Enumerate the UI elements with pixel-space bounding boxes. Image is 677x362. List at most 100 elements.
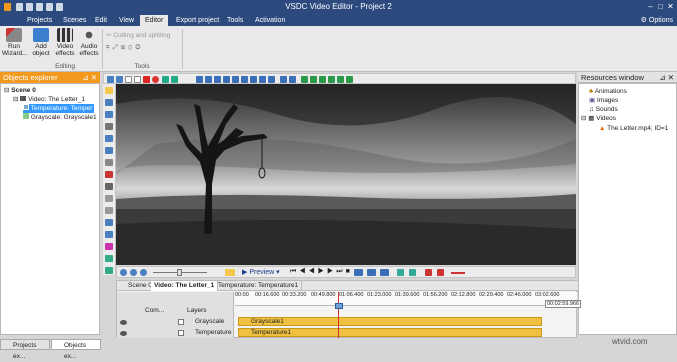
- delete-icon[interactable]: [143, 76, 150, 83]
- marker-remove-icon[interactable]: [437, 269, 444, 276]
- audio-icon[interactable]: [105, 243, 113, 250]
- ellipse-icon[interactable]: [105, 147, 113, 154]
- video-file-label: The Letter.mp4; ID=1: [607, 125, 669, 132]
- brush-icon[interactable]: [105, 195, 113, 202]
- marker-icon[interactable]: [425, 269, 432, 276]
- eye-icon[interactable]: [120, 331, 127, 336]
- menu-activation[interactable]: Activation: [250, 15, 290, 26]
- menu-projects[interactable]: Projects: [22, 15, 57, 26]
- menu-tools[interactable]: Tools: [222, 15, 248, 26]
- sprite-icon[interactable]: [105, 219, 113, 226]
- cursor-icon[interactable]: [105, 87, 113, 94]
- stretch-icon[interactable]: [289, 76, 296, 83]
- pin-close-icon[interactable]: ⊿ ✕: [659, 72, 674, 83]
- layer-up-icon[interactable]: [337, 76, 344, 83]
- add-object-button[interactable]: Add object: [30, 28, 52, 57]
- chart-icon[interactable]: [105, 207, 113, 214]
- resource-animations[interactable]: ♣ Animations: [589, 87, 627, 96]
- tree-item-temperature[interactable]: Temperature: Temper: [23, 104, 95, 113]
- move-icon[interactable]: [105, 267, 113, 274]
- tab-projects-explorer[interactable]: Projects ex...: [0, 339, 50, 360]
- preview-mode-icon[interactable]: [225, 269, 235, 276]
- tree-item-grayscale[interactable]: Grayscale: Grayscale1: [23, 113, 97, 122]
- audio-effects-button[interactable]: Audio effects: [78, 28, 100, 57]
- trim-icon[interactable]: [380, 269, 389, 276]
- minimize-button[interactable]: –: [646, 2, 655, 11]
- eye-icon[interactable]: [120, 320, 127, 325]
- subtitle-icon[interactable]: [105, 111, 113, 118]
- tree-item-video[interactable]: ⊟ Video: The Letter_1: [13, 95, 85, 104]
- clip-temperature[interactable]: Temperature1: [238, 328, 542, 337]
- menu-editor[interactable]: Editor: [140, 15, 169, 26]
- blank-icon[interactable]: [134, 76, 141, 83]
- fit-icon[interactable]: [280, 76, 287, 83]
- resource-sounds[interactable]: ♫ Sounds: [589, 105, 618, 114]
- distribute-icon[interactable]: [250, 76, 257, 83]
- arrow-icon[interactable]: [107, 76, 114, 83]
- tree-item-scene[interactable]: ⊟ Scene 0: [4, 86, 36, 95]
- waveform-icon[interactable]: [354, 269, 363, 276]
- redo-icon[interactable]: [171, 76, 178, 83]
- bring-front-icon[interactable]: [319, 76, 326, 83]
- preview-button[interactable]: ▶ Preview ▾: [242, 268, 280, 276]
- run-wizard-button[interactable]: Run Wizard...: [2, 28, 28, 57]
- cutting-splitting-button[interactable]: ✂ Cutting and splitting: [106, 31, 170, 39]
- align-right-icon[interactable]: [214, 76, 221, 83]
- spectrum-icon[interactable]: [105, 255, 113, 262]
- maximize-button[interactable]: □: [656, 2, 665, 11]
- send-back-icon[interactable]: [328, 76, 335, 83]
- align-top-icon[interactable]: [223, 76, 230, 83]
- rectangle-icon[interactable]: [105, 135, 113, 142]
- time-ruler[interactable]: 00:00 00:16.600 00:33.200 00:49.800 01:0…: [235, 292, 582, 308]
- same-width-icon[interactable]: [268, 76, 275, 83]
- clip-grayscale[interactable]: Grayscale1: [238, 317, 542, 326]
- zoom-fit-icon[interactable]: [140, 269, 147, 276]
- image-icon[interactable]: [105, 171, 113, 178]
- crop-tools-row[interactable]: ⌗⤢⊠⊙◎: [106, 44, 143, 52]
- layer-down-icon[interactable]: [346, 76, 353, 83]
- paste-icon[interactable]: [125, 76, 132, 83]
- move-up-icon[interactable]: [301, 76, 308, 83]
- menu-view[interactable]: View: [114, 15, 139, 26]
- tab-video[interactable]: Video: The Letter_1: [151, 281, 219, 291]
- pin-close-icon[interactable]: ⊿ ✕: [82, 72, 97, 83]
- lock-checkbox[interactable]: [178, 319, 184, 325]
- tab-temperature[interactable]: Temperature: Temperature1: [215, 281, 303, 291]
- preview-canvas[interactable]: [116, 84, 576, 265]
- menu-scenes[interactable]: Scenes: [58, 15, 91, 26]
- align-bottom-icon[interactable]: [241, 76, 248, 83]
- copy-cut-icon[interactable]: [409, 269, 416, 276]
- undo-icon[interactable]: [162, 76, 169, 83]
- line-icon[interactable]: [105, 123, 113, 130]
- resource-video-file[interactable]: ▲ The Letter.mp4; ID=1: [599, 124, 668, 133]
- options-button[interactable]: ⚙ Options: [641, 15, 673, 26]
- close-button[interactable]: ✕: [666, 2, 675, 11]
- playhead[interactable]: [338, 292, 339, 338]
- copy-icon[interactable]: [116, 76, 123, 83]
- resource-videos[interactable]: ⊟ ▦ Videos: [581, 114, 616, 123]
- resource-images[interactable]: ▣ Images: [589, 96, 618, 105]
- tab-objects-explorer[interactable]: Objects ex...: [51, 339, 101, 360]
- zoom-in-icon[interactable]: [120, 269, 127, 276]
- playhead-handle[interactable]: [335, 303, 343, 309]
- menu-edit[interactable]: Edit: [90, 15, 112, 26]
- record-icon[interactable]: [152, 76, 159, 83]
- align-center-icon[interactable]: [205, 76, 212, 83]
- animation-icon[interactable]: [105, 231, 113, 238]
- video-effects-button[interactable]: Video effects: [54, 28, 76, 57]
- free-shape-icon[interactable]: [105, 159, 113, 166]
- align-middle-icon[interactable]: [232, 76, 239, 83]
- split-icon[interactable]: [367, 269, 376, 276]
- menu-export-project[interactable]: Export project: [171, 15, 224, 26]
- align-left-icon[interactable]: [196, 76, 203, 83]
- text-icon[interactable]: [105, 99, 113, 106]
- move-down-icon[interactable]: [310, 76, 317, 83]
- cut-icon[interactable]: [397, 269, 404, 276]
- zoom-out-icon[interactable]: [130, 269, 137, 276]
- video-icon[interactable]: [105, 183, 113, 190]
- zoom-slider-thumb[interactable]: [177, 269, 182, 276]
- distribute-v-icon[interactable]: [259, 76, 266, 83]
- remove-icon[interactable]: [451, 272, 465, 274]
- lock-checkbox[interactable]: [178, 330, 184, 336]
- playback-controls[interactable]: ⏮◀◀▶▶⏭■: [290, 268, 353, 276]
